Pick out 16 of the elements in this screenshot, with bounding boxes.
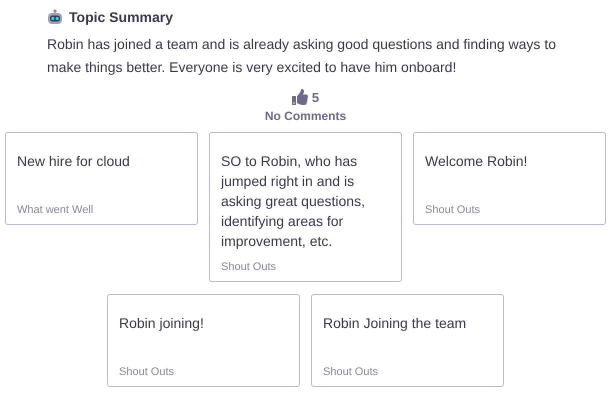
like-count: 5 [312, 90, 320, 104]
note-text: New hire for cloud [17, 152, 131, 171]
note-text: Robin Joining the team [323, 314, 468, 333]
comments-label: No Comments [264, 109, 346, 123]
note-category: Shout Outs [119, 366, 176, 378]
note-text: SO to Robin, who has jumped right in and is asking great questions, identifying areas for improvement, etc. [221, 152, 366, 251]
thumbs-up-icon[interactable] [292, 89, 308, 105]
note-text: Robin joining! [119, 314, 205, 333]
section-title: Topic Summary [69, 9, 173, 25]
note-category: Shout Outs [221, 261, 278, 273]
note-category: What went Well [17, 204, 94, 216]
summary-text: Robin has joined a team and is already asking good questions and finding ways to make things better. Everyone is very excited to have him onboard! [47, 35, 557, 77]
note-category: Shout Outs [323, 366, 380, 378]
note-category: Shout Outs [425, 204, 482, 216]
robot-icon [47, 9, 63, 25]
note-text: Welcome Robin! [425, 152, 528, 171]
